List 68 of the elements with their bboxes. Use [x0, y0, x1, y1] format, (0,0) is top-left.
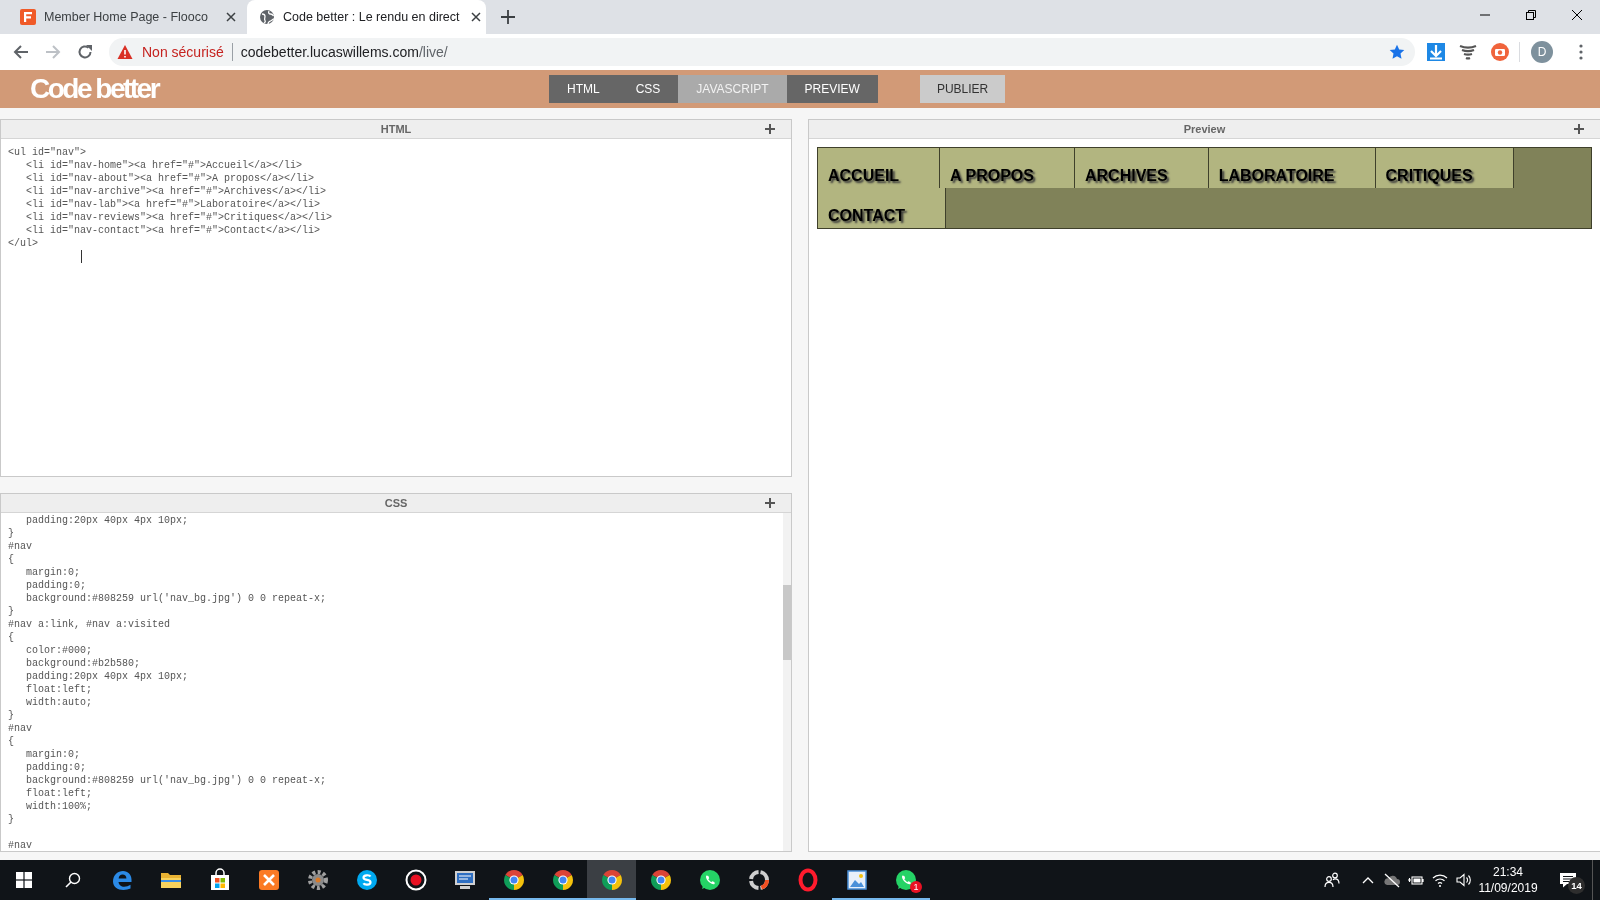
site-logo: Code better: [30, 73, 159, 104]
globe-icon: [259, 9, 275, 25]
preview-nav-link[interactable]: ACCUEIL: [818, 148, 941, 188]
panel-toggle[interactable]: PREVIEW: [786, 75, 878, 103]
search-icon: [64, 872, 81, 888]
chat-phone-icon: [893, 868, 918, 892]
people-icon[interactable]: [1324, 872, 1340, 888]
plus-icon[interactable]: [765, 498, 775, 508]
taskbar-app-button[interactable]: [587, 860, 636, 900]
close-icon: [226, 12, 236, 22]
camera-icon[interactable]: [1491, 43, 1509, 61]
taskbar-app-button[interactable]: 1: [881, 860, 930, 900]
wifi-icon[interactable]: [1432, 872, 1448, 888]
picture-icon: [844, 868, 869, 892]
browser-icon: [648, 868, 673, 892]
code-text: padding:20px 40px 4px 10px; } #nav { margin:0; padding:0; background:#808259 url('nav_bg.jpg') 0 0 repeat-x; } #nav a:link, #nav a:visited { color:#000; background:#b2b580; padding:20px 40px 4px 10px; float:left; width:auto; } #nav { margin:0; padding:0; background:#808259 url('nav_bg.jpg') 0 0 repeat-x; float:left; width:100%; } #nav: [8, 514, 327, 851]
chat-phone-icon: [697, 868, 722, 892]
panel-title: Preview: [1183, 122, 1226, 136]
preview-nav-link[interactable]: A PROPOS: [940, 148, 1075, 188]
text-cursor-icon: [81, 250, 82, 263]
clock-time[interactable]: 21:34: [1493, 865, 1523, 879]
restore-icon: [1526, 10, 1536, 20]
preview-nav-link[interactable]: LABORATOIRE: [1208, 148, 1376, 188]
unread-count-badge: 1: [910, 881, 922, 893]
browser-tab[interactable]: Member Home Page - Flooco: [8, 0, 247, 34]
volume-icon[interactable]: [1456, 872, 1472, 888]
preview-nav-link[interactable]: CONTACT: [818, 188, 947, 228]
browser-icon: [599, 868, 624, 892]
plus-icon[interactable]: [1574, 124, 1584, 134]
notification-button[interactable]: 14: [1544, 860, 1592, 900]
windows-logo-icon: [16, 872, 32, 888]
ring-icon: [746, 868, 771, 892]
no-connection-icon[interactable]: [1384, 872, 1400, 888]
forward-arrow-icon: [45, 44, 61, 60]
scrollbar-thumb[interactable]: [783, 585, 791, 660]
more-icon[interactable]: [1579, 44, 1583, 60]
preview-nav-link[interactable]: ARCHIVES: [1075, 148, 1209, 188]
monitor-icon: [452, 868, 477, 892]
close-icon: [1572, 10, 1582, 20]
record-icon: [403, 868, 428, 892]
plus-icon[interactable]: [765, 124, 775, 134]
url-path: /live/: [418, 44, 448, 60]
browser-tab[interactable]: Code better : Le rendu en direct: [247, 0, 486, 34]
url-host: codebetter.lucaswillems.com: [240, 44, 419, 60]
gear-icon: [305, 868, 330, 892]
panel-toggle[interactable]: CSS: [617, 75, 679, 103]
browser-icon: [501, 868, 526, 892]
clock-date[interactable]: 11/09/2019: [1478, 881, 1538, 895]
reload-icon: [77, 44, 93, 60]
code-text: <ul id="nav"> <li id="nav-home"><a href="#">Accueil</a></li> <li id="nav-about"><a href="#">A propos</a></li> <li id="nav-archive"><a href="#">Archives</a></li> <li id="nav-lab"><a href="#">Laboratoire</a></li> <li id="nav-reviews"><a href="#">Critiques</a></li> <li id="nav-contact"><a href="#">Contact</a></li> </ul>: [8, 146, 333, 250]
back-arrow-icon: [13, 44, 29, 60]
security-label: Non sécurisé: [142, 44, 224, 60]
preview-nav-link[interactable]: CRITIQUES: [1375, 148, 1514, 188]
logo-icon: [20, 9, 36, 25]
warning-icon: [117, 44, 133, 60]
close-icon: [470, 12, 481, 22]
plus-icon: [501, 10, 515, 24]
browser-icon: [550, 868, 575, 892]
panel-title: HTML: [380, 122, 412, 136]
download-icon[interactable]: [1427, 43, 1445, 61]
x-tile-icon: [256, 868, 281, 892]
bookmark-star-icon[interactable]: [1389, 44, 1405, 60]
publish-button[interactable]: PUBLIER: [919, 75, 1006, 103]
s-circle-icon: [354, 868, 379, 892]
panel-toggle[interactable]: HTML: [549, 75, 618, 103]
tornado-icon[interactable]: [1459, 43, 1477, 61]
address-bar[interactable]: Non sécurisé codebetter.lucaswillems.com/live/: [109, 38, 1415, 66]
panel-title: CSS: [384, 496, 408, 510]
